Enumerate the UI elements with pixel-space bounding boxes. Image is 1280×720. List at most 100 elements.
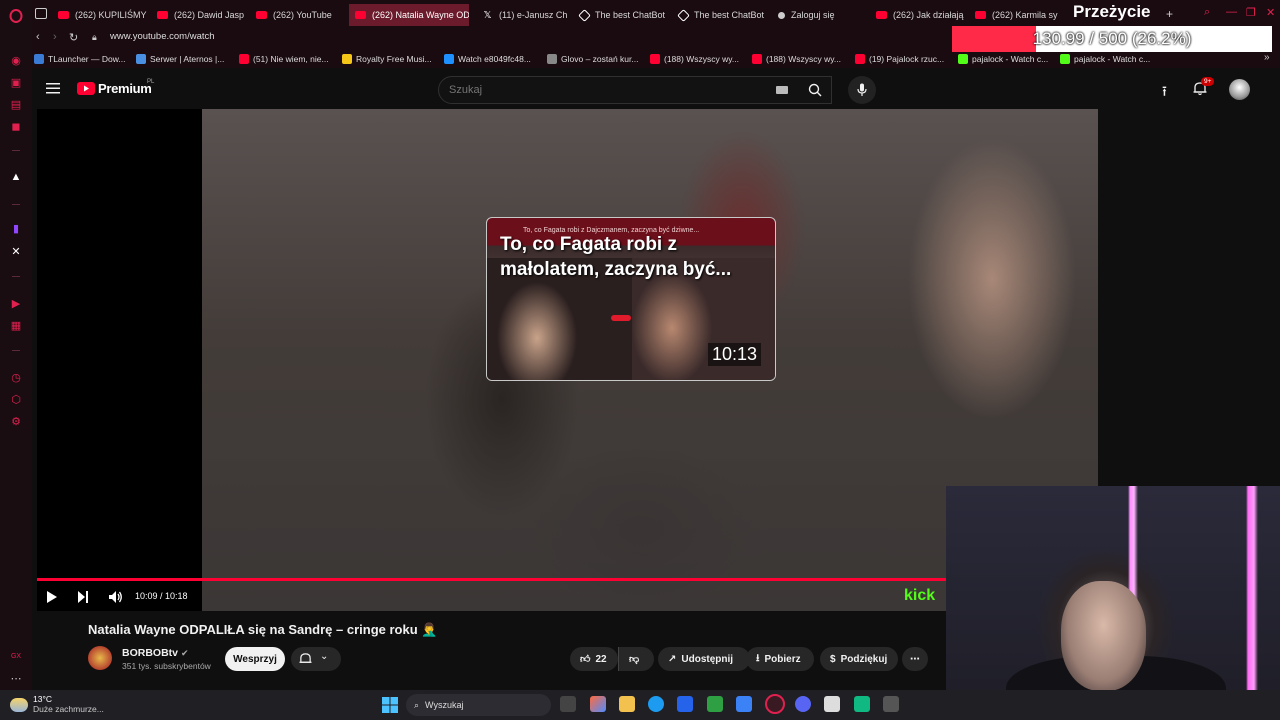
search-input[interactable] (438, 76, 832, 104)
app-icon[interactable] (854, 696, 870, 712)
voice-search-button[interactable] (848, 76, 876, 104)
upload-icon[interactable]: ⭱ (1162, 81, 1167, 105)
url-text[interactable]: www.youtube.com/watch (110, 31, 215, 42)
copilot-icon[interactable] (590, 696, 606, 712)
overlay-progress-bar: 130.99 / 500 (26.2%) (952, 26, 1272, 52)
discord-icon[interactable] (795, 696, 811, 712)
next-button[interactable] (77, 590, 89, 609)
lock-icon: 🔒︎ (92, 32, 97, 42)
player-icon[interactable]: ▶ (8, 295, 24, 311)
bookmark-3[interactable]: Royalty Free Musi... (342, 52, 432, 66)
thanks-button[interactable]: $ Podziękuj (820, 647, 898, 671)
opera-gx-icon[interactable] (765, 694, 785, 714)
xbox-icon[interactable] (707, 696, 723, 712)
minimize-icon[interactable]: — (1226, 6, 1237, 18)
bookmark-2[interactable]: (51) Nie wiem, nie... (239, 52, 329, 66)
tab-6[interactable]: The best ChatBot (673, 4, 767, 26)
share-button[interactable]: ↗ Udostępnij (658, 647, 750, 671)
like-button[interactable]: 👍︎ 22 (570, 647, 618, 671)
edge-icon[interactable] (648, 696, 664, 712)
tab-3-active[interactable]: (262) Natalia Wayne ODP (349, 4, 469, 26)
tab-0[interactable]: (262) KUPILIŚMY (52, 4, 148, 26)
app-icon[interactable] (883, 696, 899, 712)
bookmark-8[interactable]: (19) Pajalock rzuc... (855, 52, 944, 66)
bookmark-4[interactable]: Watch e8049fc48... (444, 52, 531, 66)
menu-icon[interactable] (46, 81, 60, 94)
windows-taskbar: 13°C Duże zachmurze... ⌕ Wyszukaj (0, 690, 1280, 720)
twitch-icon[interactable]: ▮ (8, 220, 24, 236)
tab-2[interactable]: (262) YouTube (250, 4, 346, 26)
whatsapp-icon[interactable]: ▤ (8, 96, 24, 112)
close-icon[interactable]: ✕ (1266, 6, 1275, 19)
taskbar-search[interactable]: ⌕ Wyszukaj (406, 694, 551, 716)
task-view-icon[interactable] (560, 696, 576, 712)
tab-9[interactable]: (262) Karmila sy (969, 4, 1059, 26)
new-tab-icon[interactable]: + (1166, 7, 1173, 21)
sidebar-divider (12, 350, 20, 351)
weather-description[interactable]: Duże zachmurze... (33, 704, 104, 714)
search-button[interactable] (794, 76, 836, 104)
extensions-icon[interactable]: ⬡ (8, 391, 24, 407)
youtube-logo-text[interactable]: Premium (98, 81, 152, 96)
start-button[interactable] (382, 697, 398, 718)
instagram-icon[interactable]: ▣ (8, 74, 24, 90)
player-controls: 10:09 / 10:18 (37, 584, 947, 610)
bookmark-6[interactable]: (188) Wszyscy wy... (650, 52, 739, 66)
settings-icon[interactable]: ⚙ (8, 413, 24, 429)
youtube-region: PL (147, 79, 155, 85)
bookmark-7[interactable]: (188) Wszyscy wy... (752, 52, 841, 66)
notification-badge: 9+ (1201, 77, 1215, 86)
back-icon[interactable]: ‹ (36, 31, 40, 43)
support-button[interactable]: Wesprzyj (225, 647, 285, 671)
channel-avatar[interactable] (88, 646, 112, 670)
music-icon[interactable]: ◼ (8, 118, 24, 134)
opera-logo-icon[interactable] (8, 8, 24, 24)
youtube-header: Premium PL ⭱ 9+ (32, 68, 1272, 110)
bookmarks-overflow-icon[interactable]: » (1264, 52, 1270, 63)
bookmark-favicon-icon (239, 54, 249, 64)
bookmark-5[interactable]: Glovo – zostań kur... (547, 52, 638, 66)
sidebar-divider (12, 150, 20, 151)
maximize-icon[interactable]: ❐ (1246, 6, 1256, 19)
reload-icon[interactable]: ↻ (69, 31, 78, 44)
volume-button[interactable] (108, 590, 123, 609)
app-icon[interactable] (736, 696, 752, 712)
history-icon[interactable]: ◷ (8, 369, 24, 385)
bookmark-10[interactable]: pajalock - Watch c... (1060, 52, 1150, 66)
tab-4[interactable]: 𝕏 (11) e-Janusz Ch (476, 4, 568, 26)
forward-icon[interactable]: › (53, 31, 57, 43)
endscreen-video-card[interactable]: To, co Fagata robi z Dajczmanem, zaczyna… (486, 217, 776, 381)
more-actions-button[interactable]: ⋯ (902, 647, 928, 671)
tab-8[interactable]: (262) Jak działają (870, 4, 964, 26)
youtube-logo-icon[interactable] (77, 82, 95, 95)
dislike-button[interactable]: 👎︎ (618, 647, 654, 671)
x-icon[interactable]: ✕ (8, 243, 24, 259)
video-progress-bar[interactable] (37, 578, 947, 581)
file-explorer-icon[interactable] (619, 696, 635, 712)
channel-name[interactable]: BORBOBtv ✔ (122, 647, 188, 659)
bookmark-favicon-icon (650, 54, 660, 64)
avatar[interactable] (1229, 79, 1250, 100)
weather-temperature[interactable]: 13°C (33, 694, 52, 704)
wallet-icon[interactable]: ▦ (8, 317, 24, 333)
play-button[interactable] (46, 590, 58, 609)
aria-icon[interactable]: ▲ (8, 169, 24, 185)
messenger-icon[interactable]: ◉ (8, 52, 24, 68)
download-button[interactable]: ⭳ Pobierz (746, 647, 814, 671)
tab-5[interactable]: The best ChatBot (574, 4, 668, 26)
subscription-bell-button[interactable]: ⌄ (291, 647, 341, 671)
keyboard-icon[interactable] (776, 86, 788, 94)
weather-icon[interactable] (10, 698, 28, 712)
store-icon[interactable] (677, 696, 693, 712)
bookmark-0[interactable]: TLauncher — Dow... (34, 52, 125, 66)
tab-1[interactable]: (262) Dawid Jasp (151, 4, 247, 26)
more-icon[interactable]: ⋯ (8, 670, 24, 686)
workspaces-icon[interactable] (35, 8, 47, 19)
gx-icon[interactable]: GX (8, 648, 24, 664)
bookmark-1[interactable]: Serwer | Aternos |... (136, 52, 224, 66)
app-icon[interactable] (824, 696, 840, 712)
bookmark-9[interactable]: pajalock - Watch c... (958, 52, 1048, 66)
tab-search-icon[interactable]: ⌕ (1204, 6, 1210, 19)
tab-7[interactable]: Zaloguj się (772, 4, 866, 26)
endcard-title: To, co Fagata robi z małolatem, zaczyna … (500, 234, 732, 280)
